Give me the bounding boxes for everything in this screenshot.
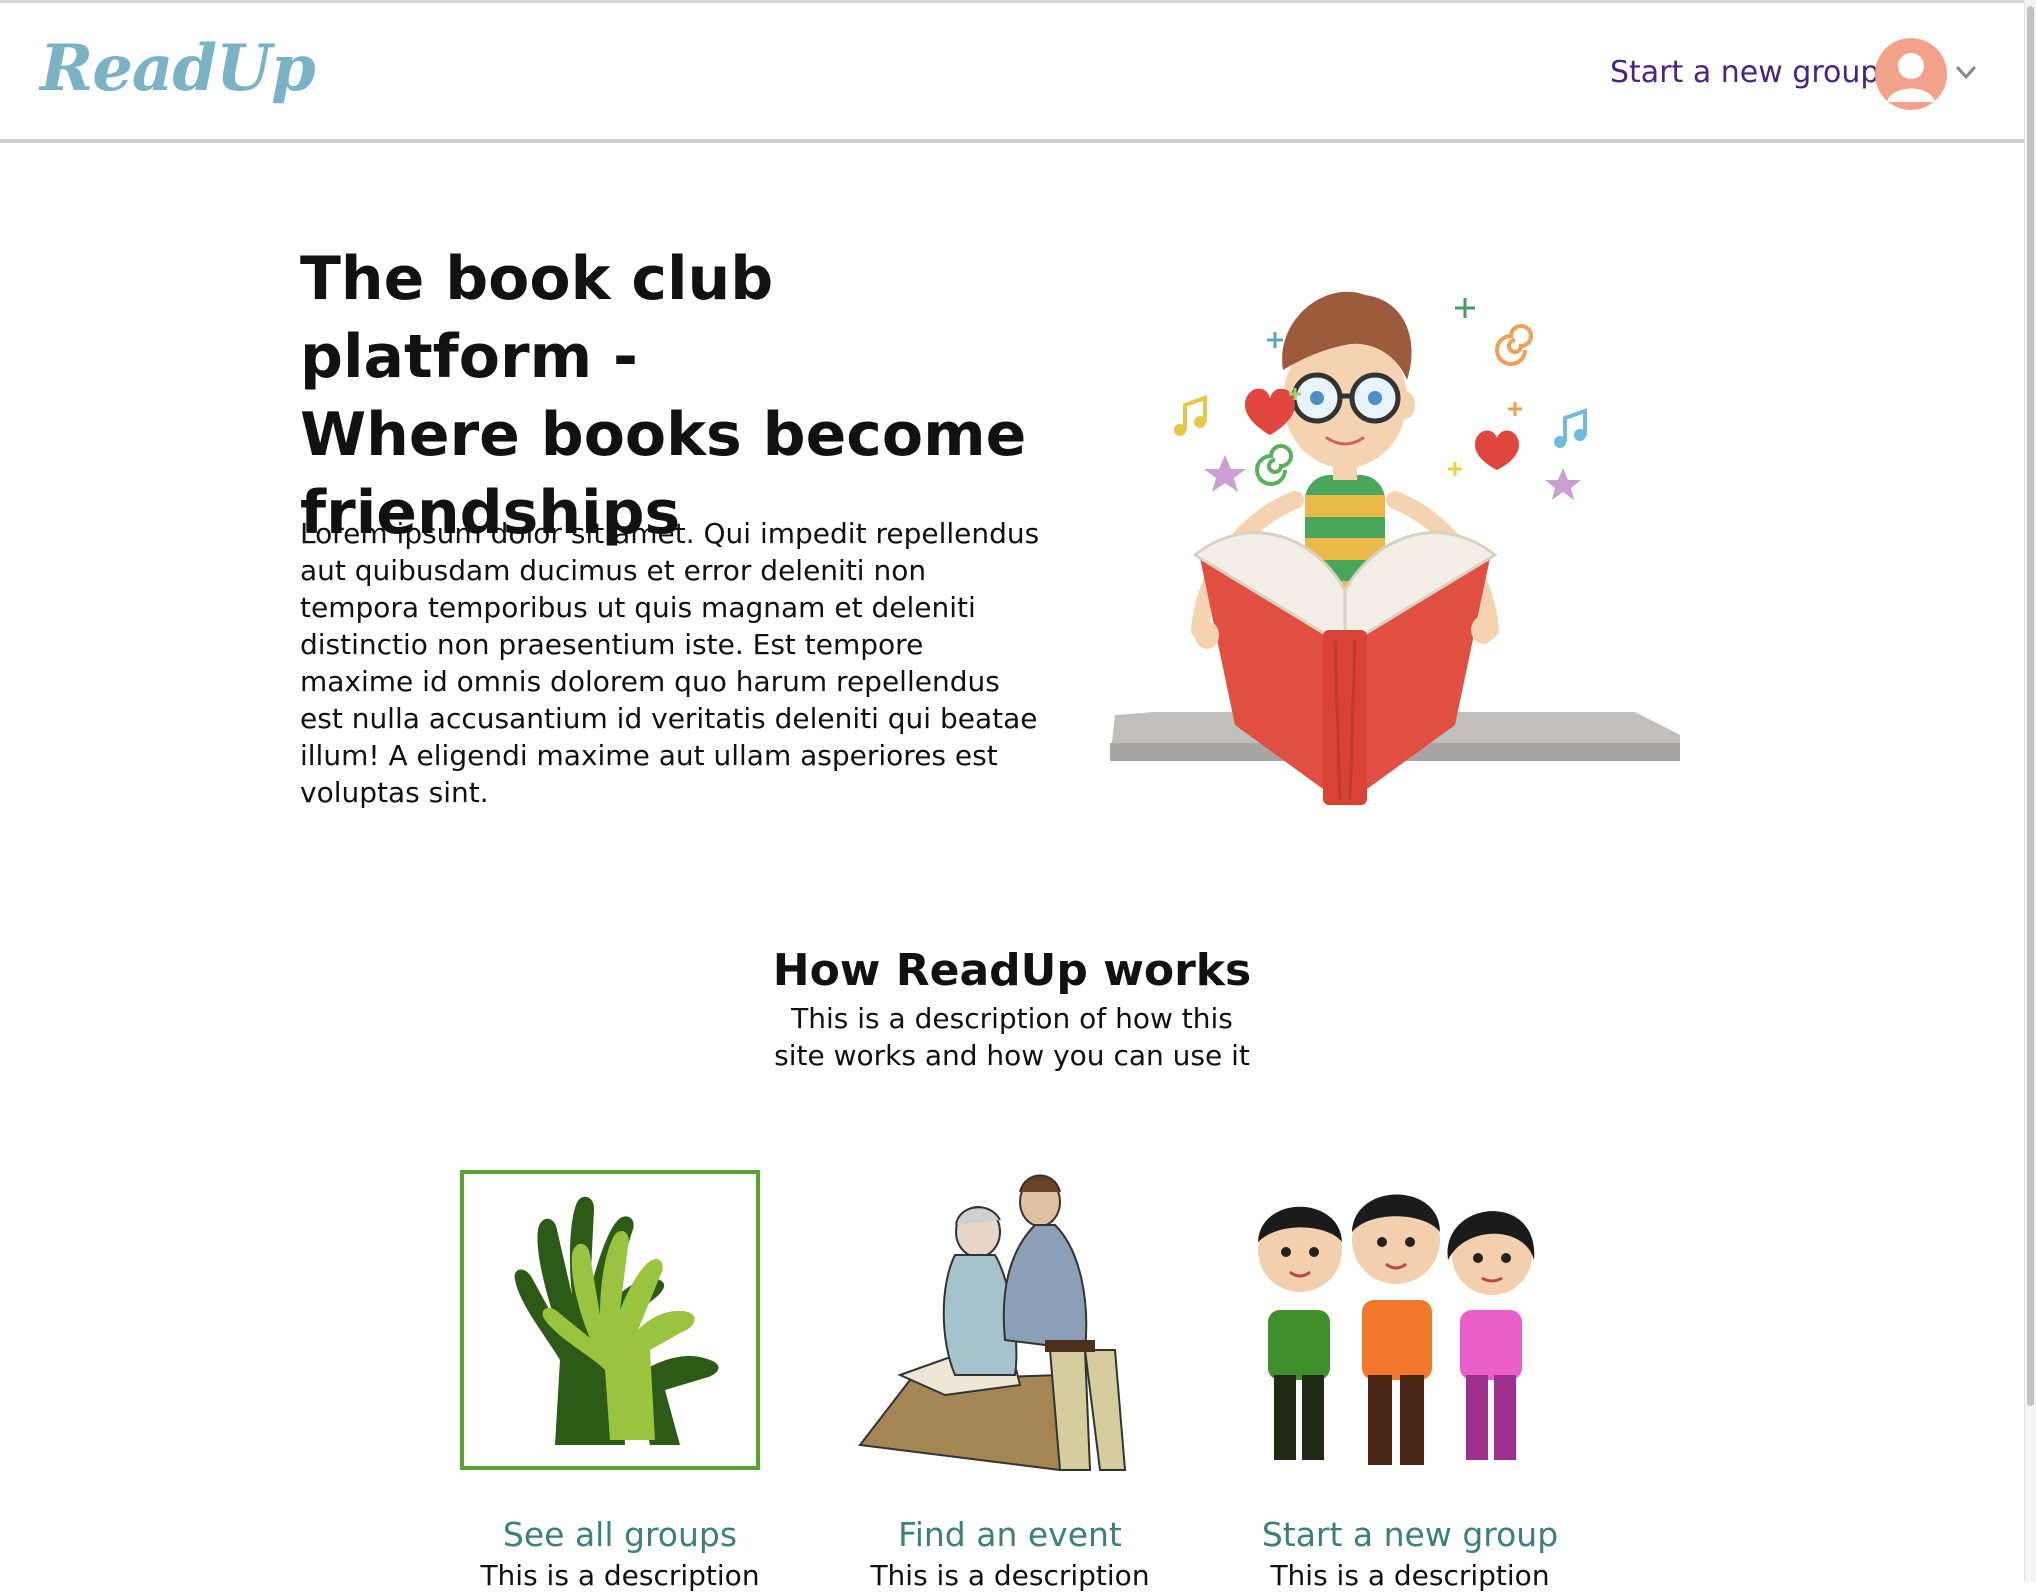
hero-title-line: Where books become [300,400,1027,470]
user-avatar-icon[interactable] [1875,38,1947,110]
hero-title-line: The book club platform - [300,244,774,392]
how-it-works-description: This is a description of how this site w… [774,1002,1250,1072]
people-reading-map-illustration[interactable] [850,1170,1170,1480]
boy-reading-book-illustration [1110,291,1680,805]
three-friends-illustration[interactable] [1250,1170,1570,1480]
card-title[interactable]: Find an event [850,1515,1170,1554]
card-title[interactable]: See all groups [460,1515,780,1554]
site-logo[interactable]: ReadUp [40,31,316,106]
scrollbar-thumb[interactable] [2027,6,2034,1406]
start-new-group-link[interactable]: Start a new group [1610,55,1879,90]
card-description: This is a description [480,1559,760,1592]
site-header: ReadUp Start a new group [0,3,2024,143]
card-description: This is a description [870,1559,1150,1592]
card-description: This is a description [1270,1559,1550,1592]
card-title[interactable]: Start a new group [1250,1515,1570,1554]
how-it-works-title: How ReadUp works [772,945,1252,996]
hero-description: Lorem ipsum dolor sit amet. Qui impedit … [300,517,1040,809]
hands-illustration[interactable] [460,1170,780,1480]
hero-title: The book club platform - Where books bec… [300,240,1080,552]
chevron-down-icon[interactable] [1955,65,1977,81]
